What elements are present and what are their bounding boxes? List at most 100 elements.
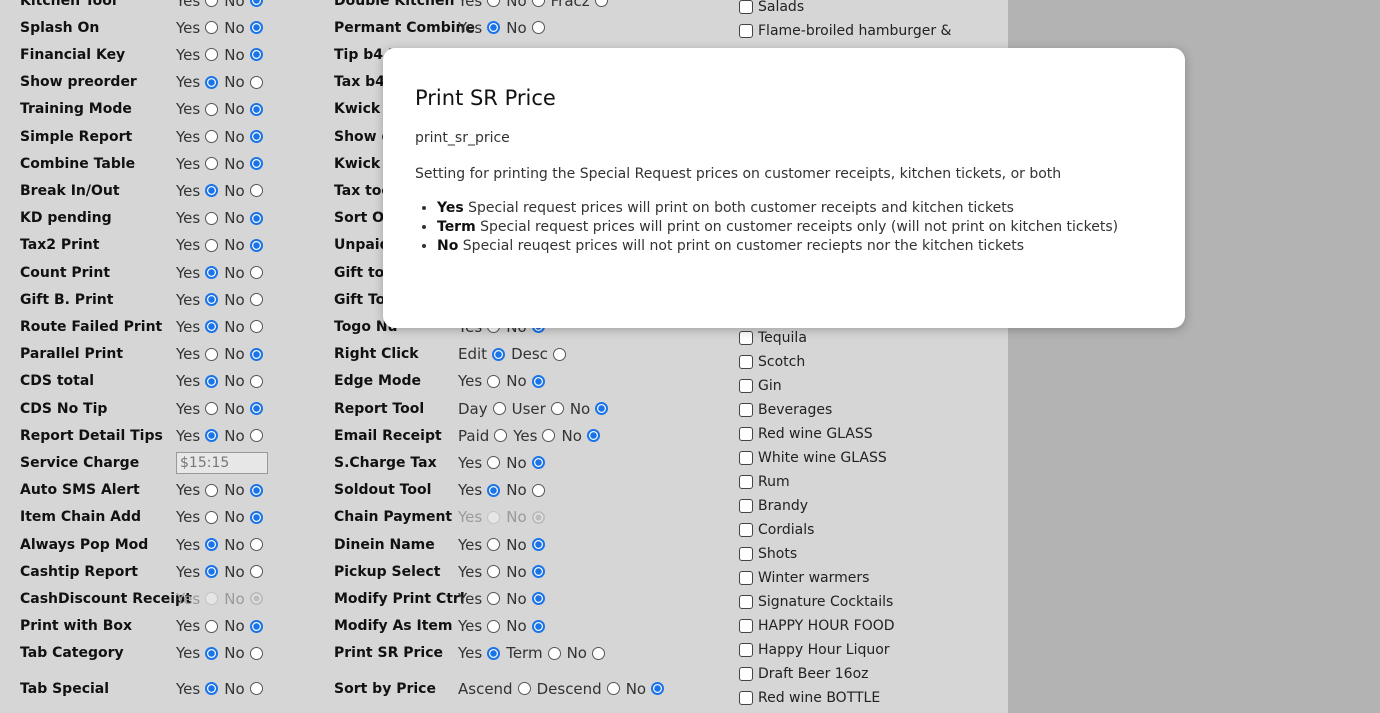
radio-option-no[interactable]: No [506,481,545,499]
radio-button[interactable] [531,456,545,470]
radio-option-no[interactable]: No [224,680,263,698]
radio-option-no[interactable]: No [506,563,545,581]
radio-option-yes[interactable]: Yes [176,236,219,254]
radio-button[interactable] [249,21,263,35]
radio-button[interactable] [249,184,263,198]
radio-button[interactable] [205,347,219,361]
radio-button[interactable] [487,374,501,388]
category-item-beverages[interactable]: Beverages [739,402,832,418]
radio-option-no[interactable]: No [626,680,665,698]
category-checkbox[interactable] [739,643,753,657]
radio-option-no[interactable]: No [224,209,263,227]
radio-option-yes[interactable]: Yes [458,644,501,662]
category-checkbox[interactable] [739,427,753,441]
category-item-happy-hour-liquor[interactable]: Happy Hour Liquor [739,642,890,658]
category-checkbox[interactable] [739,619,753,633]
category-item-shots[interactable]: Shots [739,546,797,562]
radio-option-yes[interactable]: Yes [176,617,219,635]
category-item-scotch[interactable]: Scotch [739,354,805,370]
radio-option-no[interactable]: No [224,427,263,445]
radio-button[interactable] [487,456,501,470]
radio-option-no[interactable]: No [570,400,609,418]
radio-button[interactable] [205,157,219,171]
radio-option-yes[interactable]: Yes [176,536,219,554]
radio-button[interactable] [249,0,263,7]
radio-button[interactable] [487,538,501,551]
radio-button[interactable] [531,538,545,551]
radio-button[interactable] [542,429,556,443]
category-item-gin[interactable]: Gin [739,378,782,394]
category-checkbox[interactable] [739,547,753,561]
radio-button[interactable] [494,429,508,443]
radio-button[interactable] [205,293,219,307]
radio-option-descend[interactable]: Descend [537,680,620,698]
category-checkbox[interactable] [739,523,753,537]
radio-button[interactable] [531,483,545,497]
radio-button[interactable] [205,266,219,279]
radio-button[interactable] [249,238,263,252]
radio-button[interactable] [531,0,545,7]
radio-button[interactable] [487,619,501,633]
category-checkbox[interactable] [739,0,753,14]
radio-option-yes[interactable]: Yes [176,508,219,526]
radio-option-yes[interactable]: Yes [513,427,556,445]
category-item-flame-broiled-hamburger[interactable]: Flame-broiled hamburger & [739,23,951,39]
radio-option-no[interactable]: No [224,291,263,309]
radio-option-no[interactable]: No [224,372,263,390]
radio-option-no[interactable]: No [224,155,263,173]
radio-button[interactable] [492,402,506,415]
category-item-happy-hour-food[interactable]: HAPPY HOUR FOOD [739,618,895,634]
radio-button[interactable] [249,48,263,62]
radio-button[interactable] [205,374,219,388]
radio-option-no[interactable]: No [224,563,263,581]
radio-button[interactable] [249,293,263,307]
radio-option-yes[interactable]: Yes [176,46,219,64]
radio-button[interactable] [606,682,620,695]
radio-option-no[interactable]: No [224,644,263,662]
radio-option-yes[interactable]: Yes [176,264,219,282]
radio-option-yes[interactable]: Yes [176,0,219,10]
radio-button[interactable] [249,510,263,524]
radio-button[interactable] [249,102,263,116]
radio-button[interactable] [205,238,219,252]
category-checkbox[interactable] [739,24,753,38]
radio-button[interactable] [492,347,506,361]
radio-button[interactable] [205,402,219,415]
category-checkbox[interactable] [739,691,753,705]
radio-option-yes[interactable]: Yes [176,209,219,227]
radio-button[interactable] [249,619,263,633]
radio-button[interactable] [550,402,564,415]
category-checkbox[interactable] [739,403,753,417]
radio-button[interactable] [594,0,608,7]
radio-button[interactable] [249,483,263,497]
radio-option-no[interactable]: No [224,617,263,635]
radio-button[interactable] [487,646,501,660]
radio-option-no[interactable]: No [224,345,263,363]
category-item-rum[interactable]: Rum [739,474,790,490]
radio-button[interactable] [249,157,263,171]
radio-option-user[interactable]: User [512,400,564,418]
radio-button[interactable] [205,619,219,633]
radio-option-ascend[interactable]: Ascend [458,680,531,698]
radio-button[interactable] [249,374,263,388]
category-checkbox[interactable] [739,667,753,681]
radio-button[interactable] [487,0,501,7]
category-checkbox[interactable] [739,331,753,345]
radio-option-yes[interactable]: Yes [176,291,219,309]
radio-option-no[interactable]: No [506,590,545,608]
radio-button[interactable] [205,682,219,695]
radio-option-no[interactable]: No [224,400,263,418]
radio-option-no[interactable]: No [506,372,545,390]
radio-option-no[interactable]: No [224,73,263,91]
radio-button[interactable] [205,184,219,198]
radio-button[interactable] [487,21,501,35]
radio-option-yes[interactable]: Yes [176,644,219,662]
radio-button[interactable] [591,646,605,660]
radio-option-no[interactable]: No [224,46,263,64]
category-item-cordials[interactable]: Cordials [739,522,814,538]
radio-option-yes[interactable]: Yes [458,590,501,608]
category-item-salads[interactable]: Salads [739,0,804,15]
category-item-draft-beer-16oz[interactable]: Draft Beer 16oz [739,666,869,682]
radio-button[interactable] [487,565,501,579]
radio-button[interactable] [651,682,665,695]
